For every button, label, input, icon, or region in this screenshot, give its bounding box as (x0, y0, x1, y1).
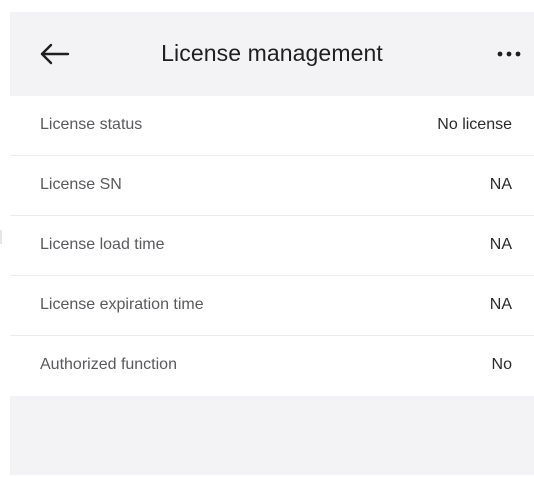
license-info-list: License status No license License SN NA … (10, 96, 534, 396)
license-management-screen: License management License status No lic… (10, 12, 534, 475)
row-value: No license (437, 116, 512, 133)
list-item-license-status: License status No license (10, 96, 534, 156)
row-value: NA (489, 296, 512, 313)
row-label: License status (40, 116, 143, 133)
row-value: NA (489, 236, 512, 253)
list-item-license-load-time: License load time NA (10, 216, 534, 276)
row-label: License expiration time (40, 296, 204, 313)
row-value: NA (489, 176, 512, 193)
more-options-button[interactable] (494, 40, 534, 68)
row-value: No (491, 356, 512, 373)
list-item-license-expiration-time: License expiration time NA (10, 276, 534, 336)
edge-divider (0, 230, 2, 244)
row-label: License load time (40, 236, 165, 253)
more-horizontal-icon (494, 40, 534, 68)
row-label: Authorized function (40, 356, 177, 373)
row-label: License SN (40, 176, 122, 193)
top-app-bar: License management (10, 12, 534, 96)
page-title: License management (161, 40, 383, 66)
list-item-license-sn: License SN NA (10, 156, 534, 216)
list-item-authorized-function: Authorized function No (10, 336, 534, 396)
